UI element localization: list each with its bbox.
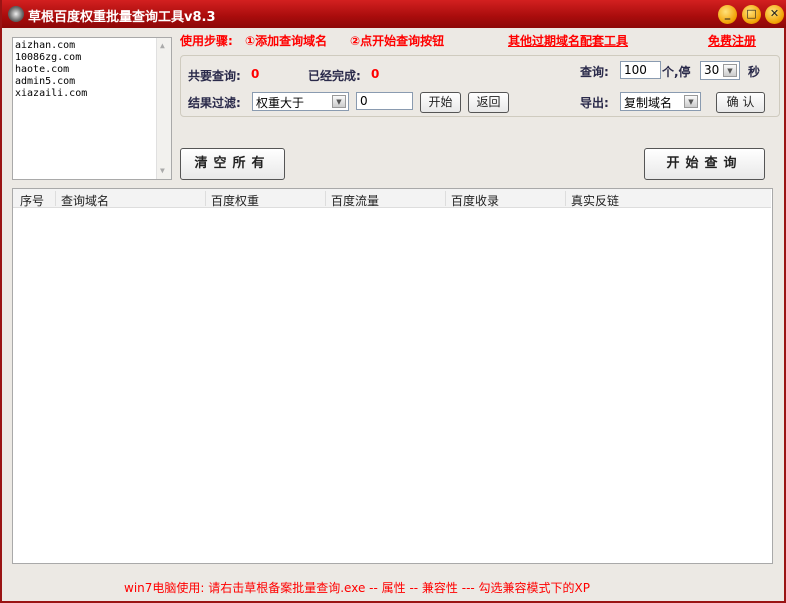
col-traffic[interactable]: 百度流量 [331,192,379,209]
col-index[interactable]: 序号 [20,192,44,209]
step-2: ②点开始查询按钮 [350,34,445,48]
domain-line: 10086zg.com [15,52,82,63]
done-count: 0 [371,67,380,81]
minimize-button[interactable]: _ [718,5,737,24]
window-title: 草根百度权重批量查询工具v8.3 [28,10,216,25]
col-domain[interactable]: 查询域名 [61,192,109,209]
vertical-scrollbar[interactable]: ▲ ▼ [156,38,171,179]
clear-all-button[interactable]: 清空所有 [180,148,285,180]
chevron-down-icon: ▼ [684,95,698,108]
filter-value-input[interactable]: 0 [356,92,413,110]
export-selected: 复制域名 [624,96,673,110]
domain-line: admin5.com [15,76,76,87]
total-label: 共要查询: [188,69,241,83]
filter-start-button[interactable]: 开始 [420,92,461,113]
domain-input-textarea[interactable]: aizhan.com 10086zg.com haote.com admin5.… [12,37,172,180]
query-label: 查询: [580,65,609,79]
chevron-down-icon: ▼ [332,95,346,108]
filter-select[interactable]: 权重大于 ▼ [252,92,349,111]
step-1: ①添加查询域名 [245,34,328,48]
column-divider[interactable] [325,191,326,206]
start-query-button[interactable]: 开始查询 [644,148,765,180]
close-button[interactable]: ✕ [765,5,784,24]
domain-line: aizhan.com [15,40,76,51]
app-logo-icon [8,6,24,22]
done-label: 已经完成: [308,69,361,83]
col-backlinks[interactable]: 真实反链 [571,192,619,209]
filter-back-button[interactable]: 返回 [468,92,509,113]
free-register-link[interactable]: 免费注册 [708,32,756,49]
scroll-down-icon[interactable]: ▼ [160,165,165,177]
seconds-label: 秒 [748,65,761,79]
domain-line: xiazaili.com [15,88,88,99]
export-select[interactable]: 复制域名 ▼ [620,92,701,111]
column-divider[interactable] [445,191,446,206]
domain-line: haote.com [15,64,70,75]
confirm-button[interactable]: 确 认 [716,92,765,113]
main-window: 草根百度权重批量查询工具v8.3 _ □ ✕ aizhan.com 10086z… [0,0,786,603]
title-bar: 草根百度权重批量查询工具v8.3 _ □ ✕ [2,0,786,28]
steps-label: 使用步骤: [180,34,233,48]
other-tools-link[interactable]: 其他过期域名配套工具 [508,32,628,49]
col-weight[interactable]: 百度权重 [211,192,259,209]
total-count: 0 [251,67,260,81]
maximize-button[interactable]: □ [742,5,761,24]
column-divider[interactable] [55,191,56,206]
footer-note: win7电脑使用: 请右击草根备案批量查询.exe -- 属性 -- 兼容性 -… [124,581,591,595]
filter-selected: 权重大于 [256,96,305,110]
pause-selected: 30 [704,63,720,77]
query-count-input[interactable]: 100 [620,61,661,79]
query-mid-label: 个,停 [662,65,691,79]
pause-select[interactable]: 30 ▼ [700,61,740,80]
results-table: 序号 查询域名 百度权重 百度流量 百度收录 真实反链 [12,188,773,564]
scroll-up-icon[interactable]: ▲ [160,40,165,52]
table-header: 序号 查询域名 百度权重 百度流量 百度收录 真实反链 [13,189,771,208]
column-divider[interactable] [565,191,566,206]
chevron-down-icon: ▼ [723,64,737,77]
export-label: 导出: [580,96,609,110]
column-divider[interactable] [205,191,206,206]
col-indexed[interactable]: 百度收录 [451,192,499,209]
filter-label: 结果过滤: [188,96,241,110]
